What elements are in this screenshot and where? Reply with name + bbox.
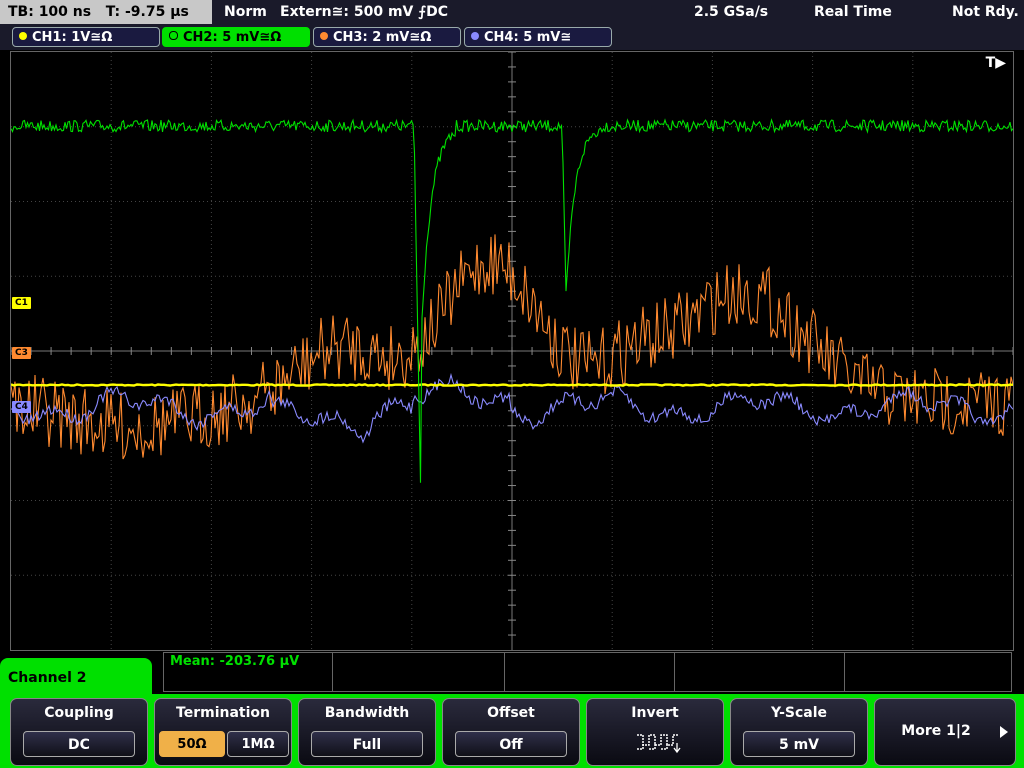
ch2-color-icon <box>169 31 178 40</box>
acquisition-status: Not Rdy. <box>952 4 1019 20</box>
measurement-cell[interactable]: Mean: -203.76 µV <box>164 653 333 691</box>
tab-ch1[interactable]: CH1: 1V≅Ω <box>12 27 160 47</box>
measurement-cell-empty[interactable] <box>332 653 505 691</box>
coupling-label: Coupling <box>44 705 114 721</box>
invert-softkey[interactable]: Invert <box>586 698 724 766</box>
termination-label: Termination <box>176 705 270 721</box>
ch3-ground-marker[interactable]: C3 <box>12 347 31 359</box>
inverted-square-wave-icon <box>637 734 681 754</box>
waveform-svg <box>11 52 1013 650</box>
invert-label: Invert <box>631 705 679 721</box>
more-softkey[interactable]: More 1|2 <box>874 698 1016 766</box>
trigger-position-marker: T▶ <box>985 55 1006 71</box>
coupling-softkey[interactable]: Coupling DC <box>10 698 148 766</box>
ch4-ground-marker[interactable]: C4 <box>12 401 31 413</box>
bandwidth-label: Bandwidth <box>324 705 410 721</box>
termination-50-ohm[interactable]: 50Ω <box>159 731 225 757</box>
ch3-label: CH3: 2 mV≅Ω <box>333 30 432 45</box>
timebase-value: TB: 100 ns <box>8 4 92 20</box>
ch3-color-icon <box>320 32 328 40</box>
acquisition-mode[interactable]: Real Time <box>814 0 892 24</box>
offset-label: Offset <box>487 705 535 721</box>
yscale-value[interactable]: 5 mV <box>743 731 855 757</box>
ch4-marker-label: C4 <box>15 402 28 412</box>
offset-value[interactable]: Off <box>455 731 567 757</box>
ch1-waveform <box>11 383 1013 387</box>
measurement-cell-empty[interactable] <box>674 653 845 691</box>
ch4-label: CH4: 5 mV≅ <box>484 30 572 45</box>
more-label: More 1|2 <box>901 723 971 739</box>
graticule <box>11 52 1013 650</box>
tab-ch2[interactable]: CH2: 5 mV≅Ω <box>162 27 310 47</box>
measurement-cell-empty[interactable] <box>504 653 675 691</box>
trigger-source[interactable]: Extern≅: 500 mV ⨍DC <box>280 0 448 24</box>
yscale-softkey[interactable]: Y-Scale 5 mV <box>730 698 868 766</box>
ch2-label: CH2: 5 mV≅Ω <box>183 30 282 45</box>
menu-tab-channel-2[interactable]: Channel 2 <box>0 658 152 698</box>
ch3-marker-label: C3 <box>15 348 28 358</box>
measurement-cell-empty[interactable] <box>844 653 1013 691</box>
termination-softkey[interactable]: Termination 50Ω 1MΩ <box>154 698 292 766</box>
coupling-value[interactable]: DC <box>23 731 135 757</box>
channel-tab-row: CH1: 1V≅Ω CH2: 5 mV≅Ω CH3: 2 mV≅Ω CH4: 5… <box>0 24 1024 50</box>
arrow-right-icon <box>1000 726 1008 738</box>
sample-rate[interactable]: 2.5 GSa/s <box>694 0 768 24</box>
ch4-color-icon <box>471 32 479 40</box>
tab-ch3[interactable]: CH3: 2 mV≅Ω <box>313 27 461 47</box>
trigger-mode[interactable]: Norm <box>224 0 267 24</box>
status-bar: TB: 100 ns T: -9.75 µs Norm Extern≅: 500… <box>0 0 1024 24</box>
ch1-label: CH1: 1V≅Ω <box>32 30 113 45</box>
waveform-display[interactable] <box>10 51 1014 651</box>
bandwidth-softkey[interactable]: Bandwidth Full <box>298 698 436 766</box>
time-offset-value: T: -9.75 µs <box>105 4 189 20</box>
ch1-marker-label: C1 <box>15 298 28 308</box>
tab-ch4[interactable]: CH4: 5 mV≅ <box>464 27 612 47</box>
ch1-ground-marker[interactable]: C1 <box>12 297 31 309</box>
bandwidth-value[interactable]: Full <box>311 731 423 757</box>
measurement-bar: Mean: -203.76 µV <box>163 652 1012 692</box>
yscale-label: Y-Scale <box>770 705 827 721</box>
offset-softkey[interactable]: Offset Off <box>442 698 580 766</box>
timebase-box[interactable]: TB: 100 ns T: -9.75 µs <box>0 0 212 24</box>
ch1-color-icon <box>19 32 27 40</box>
termination-1m-ohm[interactable]: 1MΩ <box>227 731 289 757</box>
mean-measurement: Mean: -203.76 µV <box>170 654 300 669</box>
